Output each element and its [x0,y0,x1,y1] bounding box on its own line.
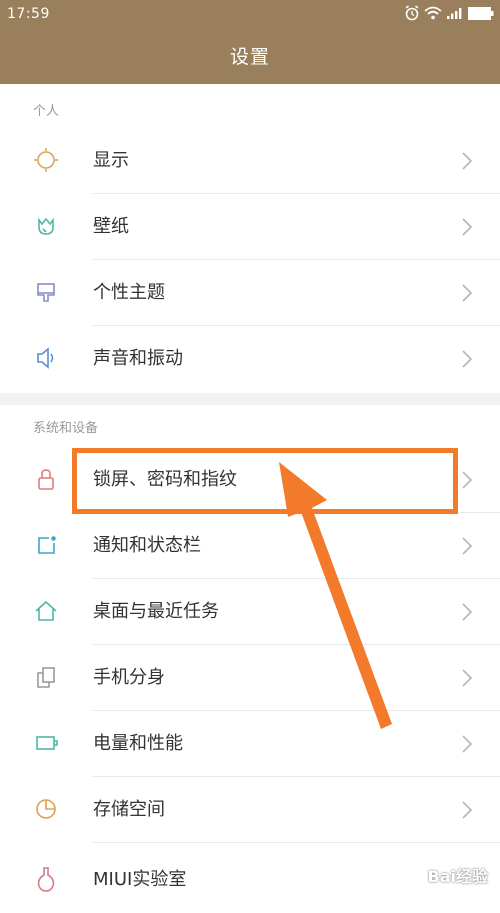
settings-item-label: 显示 [93,150,129,171]
watermark: Bai经验 [427,867,488,886]
chevron-right-icon [462,669,473,687]
alarm-icon [405,5,419,21]
paint-brush-icon [37,283,55,302]
chevron-right-icon [462,735,473,753]
home-icon [35,600,57,621]
wifi-icon [424,6,442,20]
page-title: 设置 [229,46,270,68]
settings-item-label: 电量和性能 [93,733,183,754]
settings-item-miui-lab[interactable]: MIUI实验室 [0,847,500,913]
flask-icon [37,867,55,892]
chevron-right-icon [462,350,473,368]
chevron-right-icon [462,218,473,236]
chevron-right-icon [462,284,473,302]
settings-item-label: MIUI实验室 [93,869,187,890]
settings-item-label: 桌面与最近任务 [93,601,219,622]
settings-item-storage[interactable]: 存储空间 [0,777,500,843]
section-label-system: 系统和设备 [33,421,99,436]
settings-item-label: 声音和振动 [93,348,183,369]
settings-item-display[interactable]: 显示 [0,128,500,194]
section-header-personal [0,84,500,126]
settings-item-theme[interactable]: 个性主题 [0,260,500,326]
sun-icon [34,148,58,172]
settings-item-label: 手机分身 [93,667,165,688]
section-spacer [0,393,500,405]
settings-item-wallpaper[interactable]: 壁纸 [0,194,500,260]
speaker-icon [37,347,54,369]
app-header: 17:59 设置 [0,0,500,84]
settings-item-battery[interactable]: 电量和性能 [0,711,500,777]
tulip-icon [38,217,54,235]
divider [93,842,500,843]
settings-item-notifications[interactable]: 通知和状态栏 [0,513,500,579]
settings-item-label: 壁纸 [93,216,129,237]
chevron-right-icon [462,152,473,170]
chevron-right-icon [462,801,473,819]
battery-icon [36,736,58,750]
lock-icon [38,469,54,490]
annotation-highlight-box [72,448,458,514]
settings-item-home-screen[interactable]: 桌面与最近任务 [0,579,500,645]
battery-status-icon [468,6,494,20]
chevron-right-icon [462,603,473,621]
settings-item-label: 通知和状态栏 [93,535,201,556]
status-icons [404,4,494,22]
section-label-personal: 个人 [33,104,60,119]
notification-icon [38,536,56,554]
settings-item-label: 个性主题 [93,282,165,303]
settings-item-dual-apps[interactable]: 手机分身 [0,645,500,711]
chevron-right-icon [462,471,473,489]
settings-item-label: 存储空间 [93,799,165,820]
signal-icon [447,8,462,19]
dual-app-icon [37,667,55,688]
storage-pie-icon [36,799,56,819]
chevron-right-icon [462,537,473,555]
status-time: 17:59 [7,6,50,22]
settings-item-sound[interactable]: 声音和振动 [0,326,500,392]
